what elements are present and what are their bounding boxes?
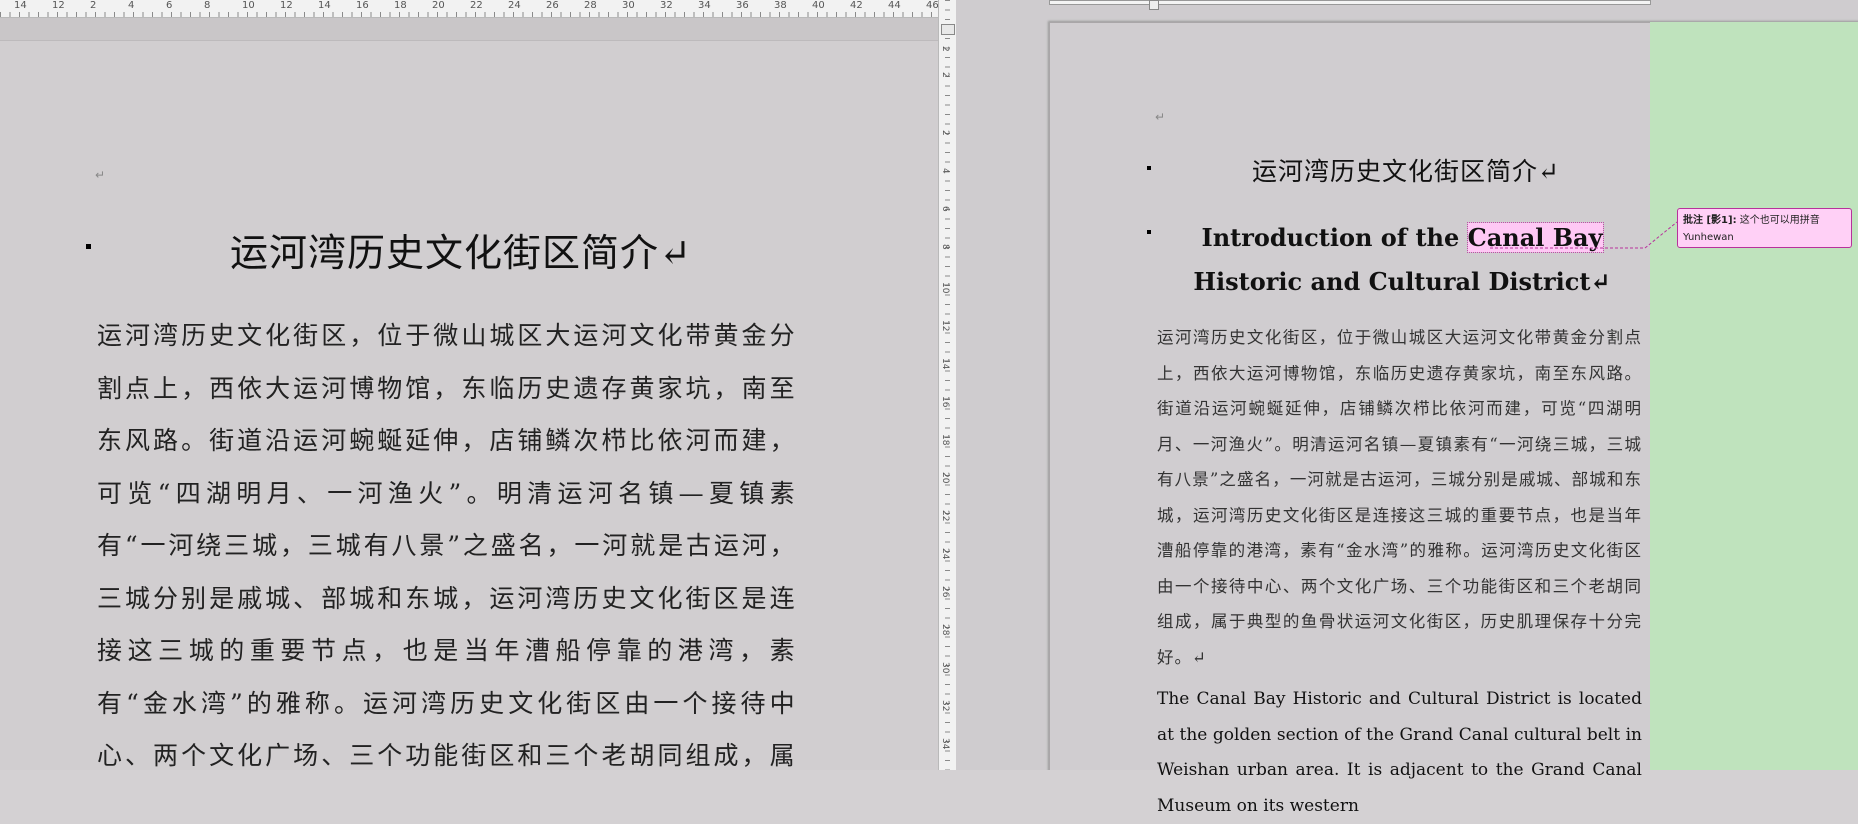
ruler-number: 24 bbox=[508, 0, 521, 11]
vertical-ruler-number: 32 bbox=[940, 700, 950, 712]
paragraph-bullet bbox=[86, 244, 91, 249]
vertical-ruler-number: 34 bbox=[940, 738, 950, 750]
commented-text-highlight[interactable]: Canal Bay bbox=[1466, 222, 1604, 253]
vertical-ruler[interactable]: 2224681012141618202224262830323436 bbox=[938, 0, 957, 770]
vertical-ruler-number: 24 bbox=[940, 548, 950, 560]
ruler-number: 2 bbox=[90, 0, 97, 11]
ruler-number: 18 bbox=[394, 0, 407, 11]
vertical-ruler-number: 6 bbox=[940, 206, 950, 212]
ruler-number: 20 bbox=[432, 0, 445, 11]
right-doc-body-en: The Canal Bay Historic and Cultural Dist… bbox=[1157, 689, 1642, 816]
ruler-number: 14 bbox=[318, 0, 331, 11]
vertical-ruler-number: 4 bbox=[940, 168, 950, 174]
ruler-number: 44 bbox=[888, 0, 901, 11]
ruler-number: 8 bbox=[204, 0, 211, 11]
indent-marker-right[interactable] bbox=[1149, 0, 1159, 10]
vertical-ruler-number: 16 bbox=[940, 396, 950, 408]
ruler-number: 26 bbox=[546, 0, 559, 11]
left-doc-body: 运河湾历史文化街区，位于微山城区大运河文化带黄金分割点上，西依大运河博物馆，东临… bbox=[97, 321, 797, 770]
vertical-ruler-number: 12 bbox=[940, 320, 950, 332]
paragraph-mark-right: ↵ bbox=[1155, 110, 1166, 124]
ruler-number: 32 bbox=[660, 0, 673, 11]
right-doc-title-en: Introduction of the Canal Bay Historic a… bbox=[1162, 216, 1642, 304]
paragraph-bullet-right-2 bbox=[1147, 230, 1151, 234]
page-top-gap bbox=[0, 18, 938, 41]
ruler-number: 40 bbox=[812, 0, 825, 11]
comment-balloon[interactable]: 批注 [影1]: 这个也可以用拼音 Yunhewan bbox=[1677, 208, 1852, 248]
vertical-ruler-number: 14 bbox=[940, 358, 950, 370]
ruler-number: 4 bbox=[128, 0, 135, 11]
comment-label: 批注 [影1]: bbox=[1683, 215, 1737, 226]
vertical-ruler-number: 2 bbox=[940, 46, 950, 52]
vertical-ruler-ticks bbox=[939, 0, 956, 770]
vertical-ruler-number: 8 bbox=[940, 244, 950, 250]
vertical-ruler-number: 18 bbox=[940, 434, 950, 446]
title-en-post: Historic and Cultural District↵ bbox=[1193, 267, 1611, 296]
ruler-number: 46 bbox=[926, 0, 938, 11]
paragraph-mark: ↵ bbox=[95, 168, 106, 182]
vertical-ruler-number: 2 bbox=[940, 130, 950, 136]
vertical-ruler-number: 28 bbox=[940, 624, 950, 636]
horizontal-ruler-right[interactable] bbox=[1049, 0, 1651, 5]
vertical-ruler-number: 30 bbox=[940, 662, 950, 674]
ruler-number: 34 bbox=[698, 0, 711, 11]
vertical-ruler-number: 20 bbox=[940, 472, 950, 484]
ruler-number: 6 bbox=[166, 0, 173, 11]
ruler-number: 16 bbox=[356, 0, 369, 11]
left-document-pane[interactable]: 14 12 2 4 6 8 10 12 14 16 18 20 22 24 26 28 30 32 34 36 38 40… bbox=[0, 0, 938, 770]
horizontal-ruler-left[interactable]: 14 12 2 4 6 8 10 12 14 16 18 20 22 24 26 28 30 32 34 36 38 40… bbox=[0, 0, 938, 18]
vertical-ruler-number: 10 bbox=[940, 282, 950, 294]
ruler-number: 14 bbox=[14, 0, 27, 11]
ruler-number: 42 bbox=[850, 0, 863, 11]
ruler-number: 10 bbox=[242, 0, 255, 11]
vertical-ruler-number: 2 bbox=[940, 72, 950, 78]
ruler-ticks bbox=[0, 0, 938, 17]
comment-markup-pane bbox=[1650, 22, 1858, 770]
right-doc-body-cn: 运河湾历史文化街区，位于微山城区大运河文化带黄金分割点上，西依大运河博物馆，东临… bbox=[1157, 328, 1642, 667]
ruler-number: 12 bbox=[280, 0, 293, 11]
ruler-number: 22 bbox=[470, 0, 483, 11]
right-doc-title-cn: 运河湾历史文化街区简介↵ bbox=[1252, 157, 1560, 186]
ruler-number: 36 bbox=[736, 0, 749, 11]
ruler-number: 12 bbox=[52, 0, 65, 11]
ruler-number: 38 bbox=[774, 0, 787, 11]
ruler-margin-marker[interactable] bbox=[941, 24, 955, 35]
paragraph-bullet-right-1 bbox=[1147, 166, 1151, 170]
ruler-number: 28 bbox=[584, 0, 597, 11]
ruler-number: 30 bbox=[622, 0, 635, 11]
left-doc-title: 运河湾历史文化街区简介↵ bbox=[230, 231, 692, 275]
title-en-pre: Introduction of the bbox=[1201, 223, 1468, 252]
vertical-ruler-number: 26 bbox=[940, 586, 950, 598]
vertical-ruler-number: 22 bbox=[940, 510, 950, 522]
